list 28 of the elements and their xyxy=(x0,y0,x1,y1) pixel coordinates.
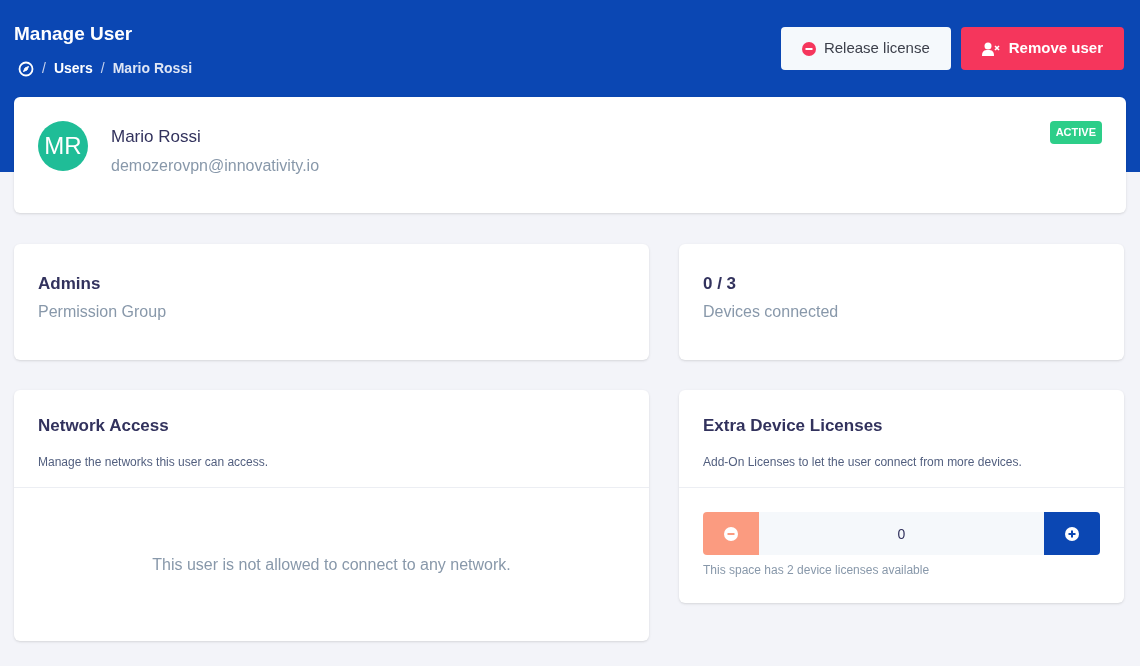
plus-circle-icon xyxy=(1065,526,1079,541)
license-count-field[interactable]: 0 xyxy=(759,512,1044,555)
status-badge: ACTIVE xyxy=(1049,121,1102,144)
compass-icon[interactable] xyxy=(18,60,34,77)
increment-button[interactable] xyxy=(1044,512,1100,555)
card-description: Add-On Licenses to let the user connect from more devices. xyxy=(703,453,1023,471)
breadcrumb-separator: / xyxy=(100,59,105,78)
stat-value: Admins xyxy=(38,273,102,295)
release-license-button[interactable]: Release license xyxy=(780,27,951,70)
user-email: demozerovpn@innovativity.io xyxy=(111,155,320,176)
breadcrumb-item[interactable]: Users xyxy=(53,58,93,79)
card-title: Network Access xyxy=(38,415,170,437)
stat-label: Devices connected xyxy=(703,301,840,322)
user-remove-icon xyxy=(981,41,1001,56)
stat-label: Permission Group xyxy=(38,301,168,322)
card-title: Extra Device Licenses xyxy=(703,415,884,437)
page-title: Manage User xyxy=(14,22,134,46)
card-description: Manage the networks this user can access. xyxy=(38,453,270,471)
breadcrumb-item: Mario Rossi xyxy=(112,59,193,78)
empty-message: This user is not allowed to connect to any network. xyxy=(152,554,511,575)
minus-circle-icon xyxy=(801,41,816,56)
avatar: MR xyxy=(38,121,88,171)
license-hint: This space has 2 device licenses available xyxy=(703,562,931,579)
minus-circle-icon xyxy=(724,526,738,541)
remove-user-button[interactable]: Remove user xyxy=(960,27,1124,70)
user-name: Mario Rossi xyxy=(111,126,202,148)
stat-value: 0 / 3 xyxy=(703,273,738,295)
breadcrumb-separator: / xyxy=(42,59,46,78)
